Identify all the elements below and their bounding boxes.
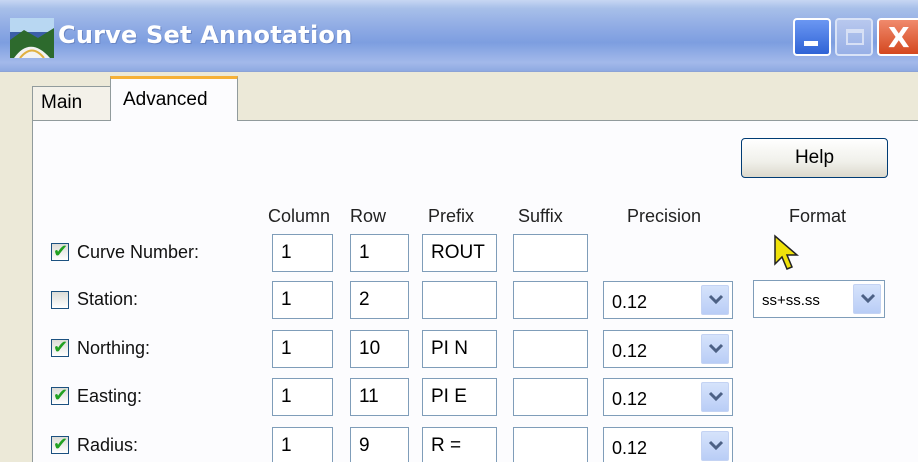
dropdown-arrow-button[interactable]: [701, 382, 729, 412]
maximize-button[interactable]: [835, 18, 873, 56]
chevron-down-icon: [708, 440, 724, 451]
radius-precision-select[interactable]: 0.12: [603, 427, 733, 462]
station-precision-value: 0.12: [612, 292, 648, 312]
radius-suffix-field[interactable]: [513, 427, 588, 462]
northing-precision-value: 0.12: [612, 341, 648, 361]
curve-number-label: Curve Number:: [77, 242, 200, 262]
northing-label: Northing:: [77, 338, 151, 358]
title-bar[interactable]: Curve Set Annotation X: [0, 0, 918, 72]
northing-checkbox[interactable]: ✔: [51, 337, 69, 358]
station-label: Station:: [77, 289, 139, 309]
curve-set-app-icon: [10, 18, 54, 58]
radius-precision-value: 0.12: [612, 438, 648, 458]
checkmark-icon: ✔: [53, 385, 69, 406]
station-row-field[interactable]: 2: [350, 281, 409, 319]
chevron-down-icon: [708, 391, 724, 402]
window-title: Curve Set Annotation: [58, 21, 353, 49]
northing-column-field[interactable]: 1: [272, 330, 333, 368]
easting-precision-value: 0.12: [612, 389, 648, 409]
station-checkbox[interactable]: [51, 291, 69, 309]
column-header-suffix: Suffix: [518, 206, 563, 226]
tab-main[interactable]: Main: [32, 86, 112, 120]
tab-advanced[interactable]: Advanced: [110, 76, 238, 121]
radius-prefix-field[interactable]: R =: [422, 427, 497, 462]
dropdown-arrow-button[interactable]: [701, 334, 729, 364]
curve-number-checkbox[interactable]: ✔: [51, 241, 69, 262]
easting-suffix-field[interactable]: [513, 378, 588, 416]
dropdown-arrow-button[interactable]: [701, 285, 729, 315]
column-header-format: Format: [789, 206, 847, 226]
curve-number-prefix-field[interactable]: ROUT: [422, 234, 497, 272]
station-format-select[interactable]: ss+ss.ss: [753, 280, 885, 318]
radius-column-field[interactable]: 1: [272, 427, 333, 462]
radius-label: Radius:: [77, 435, 139, 455]
checkmark-icon: ✔: [53, 434, 69, 455]
northing-row-field[interactable]: 10: [350, 330, 409, 368]
curve-number-row-field[interactable]: 1: [350, 234, 409, 272]
station-column-field[interactable]: 1: [272, 281, 333, 319]
easting-row-field[interactable]: 11: [350, 378, 409, 416]
station-precision-select[interactable]: 0.12: [603, 281, 733, 319]
curve-set-annotation-dialog: Curve Set Annotation X Main Advanced Hel…: [0, 0, 918, 462]
station-suffix-field[interactable]: [513, 281, 588, 319]
easting-label: Easting:: [77, 386, 143, 406]
chevron-down-icon: [860, 293, 876, 304]
help-button-label: Help: [794, 147, 835, 168]
chevron-down-icon: [708, 294, 724, 305]
tab-advanced-label: Advanced: [123, 89, 208, 110]
minimize-icon: [804, 41, 818, 46]
close-button[interactable]: X: [877, 18, 918, 56]
radius-row-field[interactable]: 9: [350, 427, 409, 462]
northing-prefix-field[interactable]: PI N: [422, 330, 497, 368]
easting-prefix-field[interactable]: PI E: [422, 378, 497, 416]
curve-number-column-field[interactable]: 1: [272, 234, 333, 272]
chevron-down-icon: [708, 343, 724, 354]
curve-number-suffix-field[interactable]: [513, 234, 588, 272]
dropdown-arrow-button[interactable]: [701, 431, 729, 461]
dropdown-arrow-button[interactable]: [853, 284, 881, 314]
arrow-cursor-icon: [774, 234, 800, 270]
close-icon: X: [888, 21, 910, 54]
station-prefix-field[interactable]: [422, 281, 497, 319]
checkmark-icon: ✔: [53, 241, 69, 262]
column-header-column: Column: [268, 206, 331, 226]
northing-precision-select[interactable]: 0.12: [603, 330, 733, 368]
station-format-value: ss+ss.ss: [762, 292, 820, 309]
column-header-prefix: Prefix: [428, 206, 475, 226]
column-header-precision: Precision: [627, 206, 702, 226]
easting-column-field[interactable]: 1: [272, 378, 333, 416]
checkmark-icon: ✔: [53, 337, 69, 358]
help-button[interactable]: Help: [741, 138, 888, 178]
minimize-button[interactable]: [793, 18, 831, 56]
maximize-icon: [846, 29, 864, 45]
column-header-row: Row: [350, 206, 387, 226]
tab-main-label: Main: [41, 92, 83, 113]
radius-checkbox[interactable]: ✔: [51, 434, 69, 455]
northing-suffix-field[interactable]: [513, 330, 588, 368]
easting-checkbox[interactable]: ✔: [51, 385, 69, 406]
easting-precision-select[interactable]: 0.12: [603, 378, 733, 416]
